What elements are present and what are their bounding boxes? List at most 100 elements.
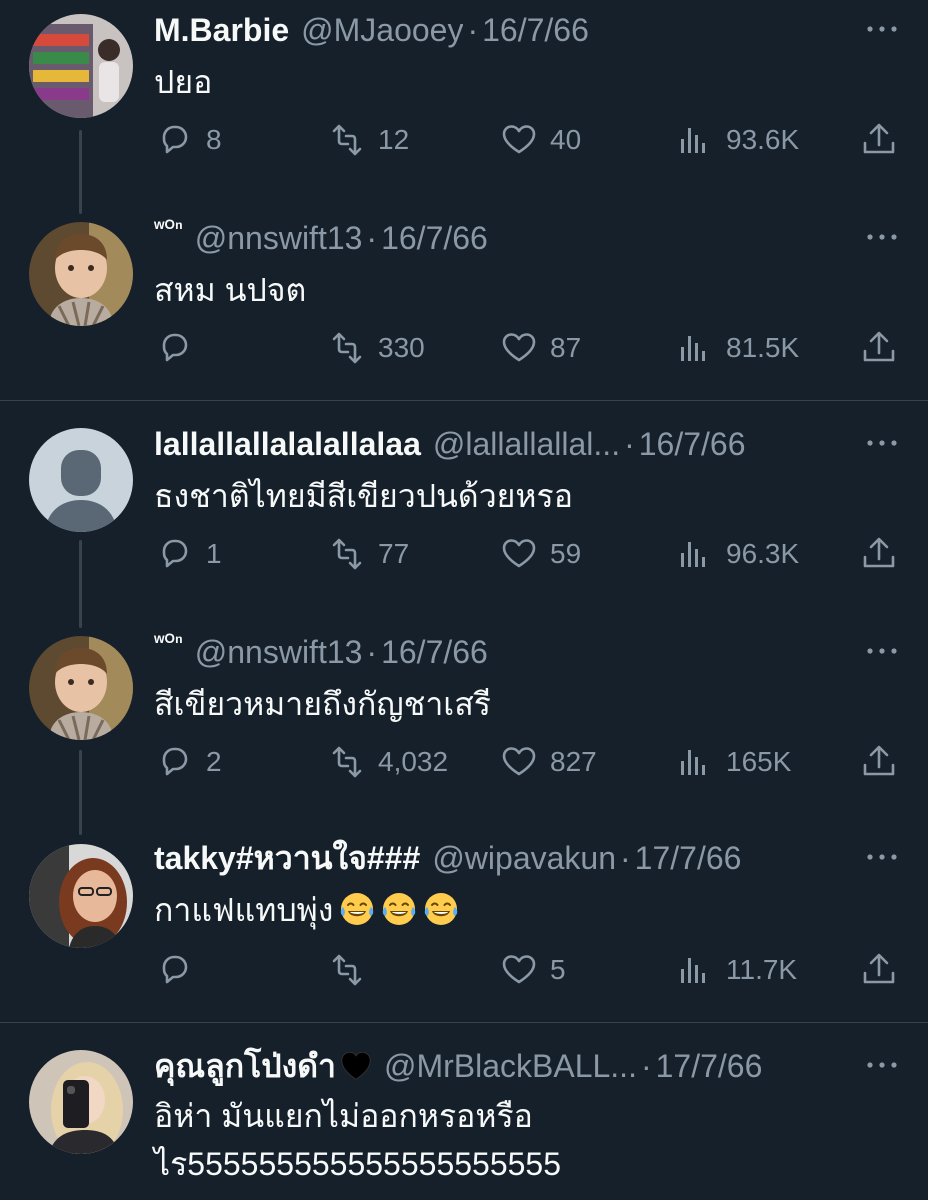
reply-button[interactable]: 1 bbox=[154, 532, 222, 576]
retweet-count: 77 bbox=[378, 538, 410, 569]
reply-icon bbox=[162, 125, 188, 154]
like-icon bbox=[502, 333, 536, 362]
tweet-actions: 1 77 59 96.3K bbox=[154, 532, 896, 576]
user-handle[interactable]: @nnswift13 bbox=[195, 216, 363, 260]
tweet[interactable]: คุณลูกโป่งดำ @MrBlackBALL... · 17/7/66 อ… bbox=[0, 1036, 928, 1200]
more-options-button[interactable] bbox=[862, 222, 902, 252]
like-count: 87 bbox=[550, 332, 582, 363]
like-button[interactable]: 59 bbox=[498, 532, 581, 576]
like-icon bbox=[502, 955, 536, 984]
user-handle[interactable]: @nnswift13 bbox=[195, 630, 363, 674]
display-name[interactable]: M.Barbie bbox=[154, 8, 289, 52]
user-handle[interactable]: @MJaooey bbox=[301, 8, 463, 52]
like-button[interactable]: 40 bbox=[498, 118, 581, 162]
divider bbox=[0, 1022, 928, 1023]
share-icon bbox=[863, 953, 895, 984]
tweet-date[interactable]: 16/7/66 bbox=[381, 630, 488, 674]
user-handle[interactable]: @wipavakun bbox=[432, 836, 616, 880]
more-options-button[interactable] bbox=[862, 428, 902, 458]
tweet-date[interactable]: 16/7/66 bbox=[482, 8, 589, 52]
tweet[interactable]: lallallallalalallalaa @lallallallal... ·… bbox=[0, 416, 928, 616]
views-button[interactable]: 165K bbox=[674, 740, 791, 784]
like-button[interactable]: 87 bbox=[498, 326, 581, 370]
retweet-button[interactable]: 330 bbox=[326, 326, 425, 370]
avatar[interactable] bbox=[29, 636, 133, 740]
tweet-header: คุณลูกโป่งดำ @MrBlackBALL... · 17/7/66 bbox=[154, 1044, 848, 1088]
like-count: 40 bbox=[550, 124, 582, 155]
retweet-count: 12 bbox=[378, 124, 410, 155]
tweet-header: lallallallalalallalaa @lallallallal... ·… bbox=[154, 422, 848, 466]
tweet-date[interactable]: 16/7/66 bbox=[639, 422, 746, 466]
reply-button[interactable]: 2 bbox=[154, 740, 222, 784]
avatar[interactable] bbox=[29, 844, 133, 948]
more-icon bbox=[867, 234, 897, 240]
like-button[interactable]: 827 bbox=[498, 740, 597, 784]
retweet-button[interactable]: 12 bbox=[326, 118, 409, 162]
retweet-icon bbox=[332, 746, 362, 778]
tweet-date[interactable]: 17/7/66 bbox=[635, 836, 742, 880]
avatar[interactable] bbox=[29, 428, 133, 532]
display-name[interactable]: takky#หวานใจ### bbox=[154, 836, 420, 880]
views-button[interactable]: 96.3K bbox=[674, 532, 799, 576]
face-with-tears-of-joy-emoji bbox=[382, 892, 417, 926]
more-options-button[interactable] bbox=[862, 842, 902, 872]
tweet-actions: 330 87 81.5K bbox=[154, 326, 896, 370]
tweet[interactable]: takky#หวานใจ### @wipavakun · 17/7/66 กาแ… bbox=[0, 834, 928, 1022]
reply-button[interactable] bbox=[154, 326, 196, 370]
tweet-text: ปยอ bbox=[154, 64, 213, 100]
share-button[interactable] bbox=[858, 740, 900, 784]
more-icon bbox=[867, 26, 897, 32]
view-count: 96.3K bbox=[726, 538, 800, 569]
user-handle[interactable]: @MrBlackBALL... bbox=[384, 1044, 637, 1088]
view-count: 93.6K bbox=[726, 124, 800, 155]
reply-icon bbox=[162, 955, 188, 984]
like-count: 827 bbox=[550, 746, 597, 777]
reply-button[interactable] bbox=[154, 948, 196, 992]
display-name[interactable]: คุณลูกโป่งดำ bbox=[154, 1044, 336, 1088]
views-button[interactable]: 81.5K bbox=[674, 326, 799, 370]
avatar[interactable] bbox=[29, 222, 133, 326]
share-button[interactable] bbox=[858, 118, 900, 162]
more-icon bbox=[867, 1062, 897, 1068]
tweet-text: สีเขียวหมายถึงกัญชาเสรี bbox=[154, 686, 491, 722]
share-icon bbox=[863, 745, 895, 776]
retweet-icon bbox=[332, 124, 362, 156]
retweet-icon bbox=[332, 954, 362, 986]
user-handle[interactable]: @lallallallal... bbox=[433, 422, 620, 466]
tweet-text: ธงชาติไทยมีสีเขียวปนด้วยหรอ bbox=[154, 478, 573, 514]
more-options-button[interactable] bbox=[862, 14, 902, 44]
tweet-header: ʷᴼⁿ @nnswift13 · 16/7/66 bbox=[154, 630, 848, 674]
retweet-count: 4,032 bbox=[378, 746, 449, 777]
reply-button[interactable]: 8 bbox=[154, 118, 222, 162]
display-name[interactable]: ʷᴼⁿ bbox=[154, 216, 183, 250]
tweet-date[interactable]: 16/7/66 bbox=[381, 216, 488, 260]
avatar[interactable] bbox=[29, 1050, 133, 1154]
retweet-button[interactable]: 4,032 bbox=[326, 740, 448, 784]
tweet[interactable]: ʷᴼⁿ @nnswift13 · 16/7/66 สีเขียวหมายถึงก… bbox=[0, 626, 928, 826]
views-button[interactable]: 93.6K bbox=[674, 118, 799, 162]
avatar[interactable] bbox=[29, 14, 133, 118]
retweet-button[interactable]: 77 bbox=[326, 532, 409, 576]
tweet[interactable]: M.Barbie @MJaooey · 16/7/66 ปยอ 8 12 40 … bbox=[0, 0, 928, 200]
like-button[interactable]: 5 bbox=[498, 948, 566, 992]
display-name[interactable]: ʷᴼⁿ bbox=[154, 630, 183, 664]
share-button[interactable] bbox=[858, 326, 900, 370]
retweet-button[interactable] bbox=[326, 948, 368, 992]
share-button[interactable] bbox=[858, 532, 900, 576]
more-icon bbox=[867, 648, 897, 654]
share-button[interactable] bbox=[858, 948, 900, 992]
tweet-text-container: อิห่า มันแยกไม่ออกหรอหรือ ไร555555555555… bbox=[154, 1092, 888, 1188]
like-count: 5 bbox=[550, 954, 566, 985]
separator-dot: · bbox=[624, 426, 635, 462]
tweet[interactable]: ʷᴼⁿ @nnswift13 · 16/7/66 สหม นปจต 330 87… bbox=[0, 210, 928, 400]
like-count: 59 bbox=[550, 538, 582, 569]
tweet-header: takky#หวานใจ### @wipavakun · 17/7/66 bbox=[154, 836, 848, 880]
separator-dot: · bbox=[366, 634, 378, 670]
tweet-date[interactable]: 17/7/66 bbox=[656, 1044, 763, 1088]
more-options-button[interactable] bbox=[862, 636, 902, 666]
display-name[interactable]: lallallallalalallalaa bbox=[154, 422, 421, 466]
more-options-button[interactable] bbox=[862, 1050, 902, 1080]
face-with-tears-of-joy-emoji bbox=[340, 892, 375, 926]
views-button[interactable]: 11.7K bbox=[674, 948, 797, 992]
like-icon bbox=[502, 539, 536, 568]
